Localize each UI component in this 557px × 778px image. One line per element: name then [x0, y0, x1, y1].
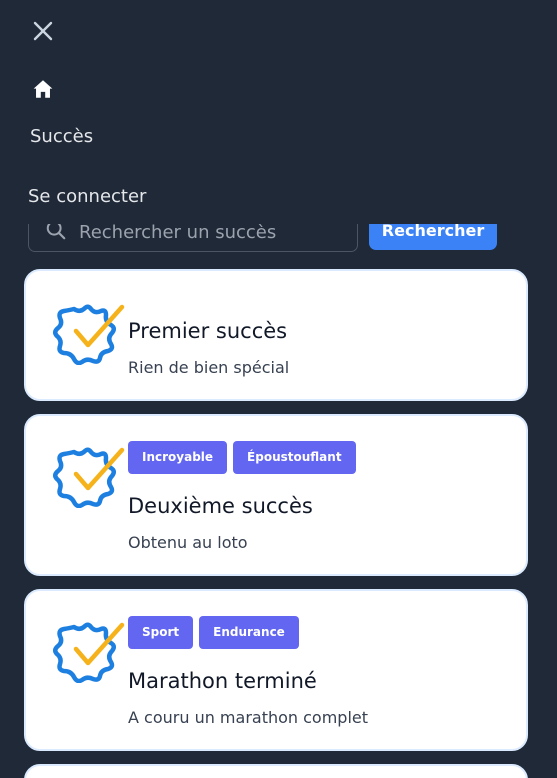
tag-badge: Incroyable — [128, 441, 228, 474]
tag-badge: Sport — [128, 616, 194, 649]
menu-item-login[interactable]: Se connecter — [28, 186, 146, 207]
achievement-card[interactable]: Incroyable Époustouflant Deuxième succès… — [24, 414, 528, 576]
tag-list: Sport Endurance — [128, 616, 299, 649]
achievement-title: Marathon terminé — [128, 669, 317, 693]
tag-badge: Endurance — [199, 616, 299, 649]
achievement-card[interactable]: Sport Endurance Marathon terminé A couru… — [24, 589, 528, 751]
achievement-description: Rien de bien spécial — [128, 358, 290, 377]
achievement-description: A couru un marathon complet — [128, 708, 369, 727]
tag-badge: Époustouflant — [233, 441, 356, 474]
close-icon[interactable] — [30, 18, 56, 44]
achievement-badge-icon — [53, 304, 125, 365]
achievement-title: Premier succès — [128, 319, 288, 343]
tag-list: Incroyable Époustouflant — [128, 441, 356, 474]
achievement-title: Deuxième succès — [128, 494, 313, 518]
home-icon[interactable] — [32, 78, 54, 100]
achievement-badge-icon — [53, 622, 125, 683]
achievement-description: Obtenu au loto — [128, 533, 248, 552]
menu-item-achievements[interactable]: Succès — [30, 126, 93, 147]
app-root: Rechercher Succès Se connecter Premier s… — [0, 0, 557, 778]
achievement-badge-icon — [53, 447, 125, 508]
achievement-card[interactable] — [24, 764, 528, 778]
achievement-card[interactable]: Premier succès Rien de bien spécial — [24, 269, 528, 401]
